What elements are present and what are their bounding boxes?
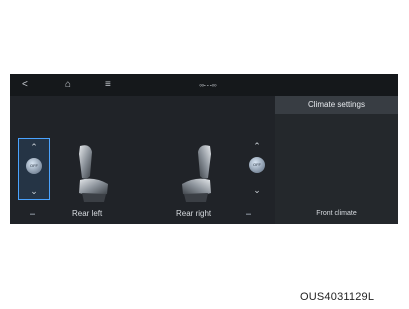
rear-left-label: Rear left: [72, 209, 103, 218]
rear-left-status-mark: ▬: [30, 211, 35, 217]
rear-right-label: Rear right: [176, 209, 212, 218]
rear-right-status-mark: ▬: [246, 211, 251, 217]
rear-right-seat-icon: [182, 145, 211, 202]
climate-settings-button[interactable]: Climate settings: [275, 96, 398, 114]
rear-right-heat-down-button[interactable]: ⌄: [242, 185, 272, 195]
rear-right-heat-up-button[interactable]: ⌃: [242, 141, 272, 151]
rear-left-heat-control[interactable]: ⌃ OFF ⌄: [18, 138, 50, 200]
rear-left-seat-icon: [79, 145, 108, 202]
rear-left-heat-level: OFF: [26, 158, 42, 174]
climate-side-panel: Climate settings Front climate: [275, 96, 398, 224]
figure-code: OUS4031129L: [300, 291, 375, 303]
rear-right-heat-level: OFF: [249, 157, 265, 173]
rear-left-heat-up-button[interactable]: ⌃: [19, 142, 49, 152]
head-unit-screen: < ⌂ ≡ ◦◦⋯◦◦ ⌃ OFF ⌄ ⌃ OFF ⌄ Rear left Re…: [10, 74, 398, 224]
menu-icon[interactable]: ≡: [105, 78, 111, 92]
top-bar: < ⌂ ≡ ◦◦⋯◦◦: [10, 74, 398, 96]
rear-right-heat-control[interactable]: ⌃ OFF ⌄: [242, 138, 272, 198]
home-icon[interactable]: ⌂: [65, 78, 71, 92]
rear-left-heat-down-button[interactable]: ⌄: [19, 186, 49, 196]
connection-icon: ◦◦⋯◦◦: [199, 80, 217, 90]
back-icon[interactable]: <: [22, 78, 28, 92]
rear-seat-heat-panel: ⌃ OFF ⌄ ⌃ OFF ⌄ Rear left Rear right ▬ ▬: [10, 96, 275, 224]
front-climate-button[interactable]: Front climate: [275, 209, 398, 219]
